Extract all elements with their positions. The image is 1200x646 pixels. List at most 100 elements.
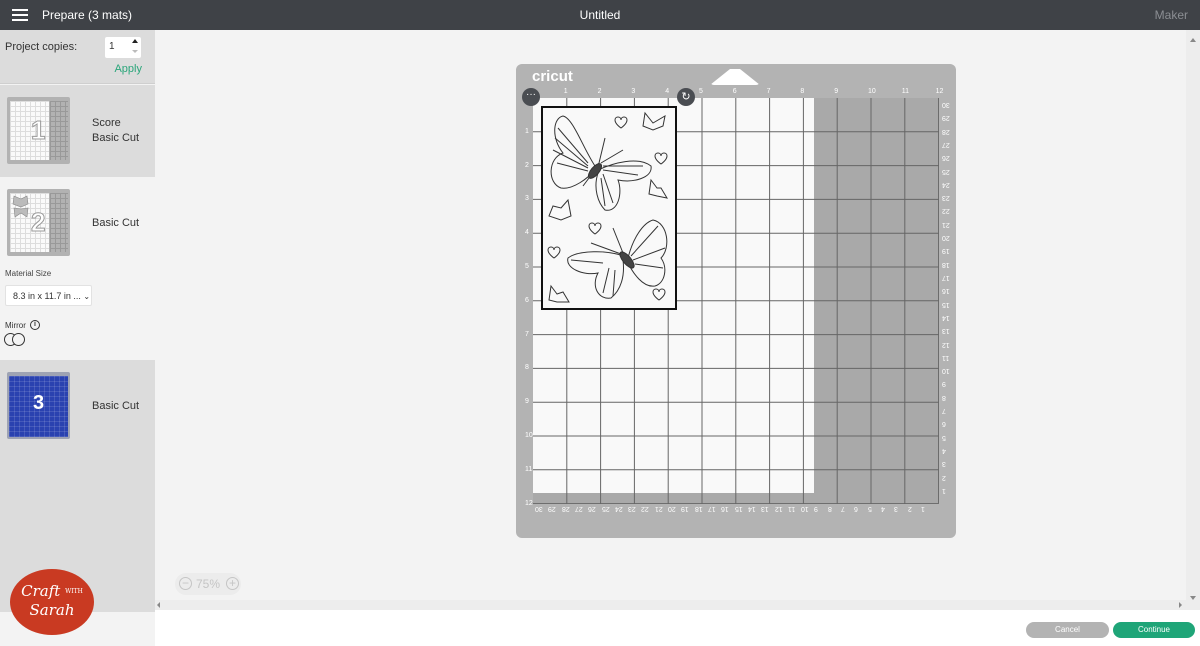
mat-sidebar: Project copies: 1 Apply 1 Score Basic Cu… [0,30,155,646]
project-copies-panel: Project copies: 1 Apply [0,30,155,84]
material-size-label: Material Size [5,269,52,278]
ruler-label: 10 [868,88,876,95]
heart-icon [654,152,668,165]
design-image[interactable] [541,106,677,310]
decrement-icon[interactable] [132,50,138,53]
rotate-icon[interactable]: ↻ [677,88,695,106]
ruler-label: 11 [787,505,796,512]
ruler-label: 11 [901,88,910,95]
mat-brand-logo: cricut [532,68,573,85]
ruler-label: 18 [941,260,950,268]
ruler-label: 7 [941,407,946,415]
ruler-label: 10 [801,505,809,512]
ruler-label: 21 [654,505,663,512]
ruler-label: 7 [766,88,771,95]
ruler-label: 4 [880,505,885,512]
ruler-label: 9 [941,380,946,388]
ruler-label: 25 [941,167,950,175]
ruler-label: 5 [699,88,703,95]
mat-number-3: 3 [33,392,45,414]
apply-button[interactable]: Apply [114,63,142,75]
butterfly-thumbnail-icon [12,195,29,218]
ruler-label: 22 [641,505,650,512]
vertical-scrollbar[interactable] [1186,30,1200,610]
ruler-label: 17 [941,273,950,281]
more-options-button[interactable]: ··· [522,88,540,106]
machine-selector[interactable]: Maker [1155,8,1188,22]
ruler-label: 29 [941,114,950,122]
ruler-label: 1 [525,127,529,135]
ruler-label: 14 [941,313,950,321]
ruler-label: 19 [681,505,690,512]
scroll-right-icon[interactable] [1179,602,1182,608]
document-title: Untitled [579,8,621,22]
mirror-toggle[interactable] [4,333,26,347]
ruler-label: 4 [941,446,946,454]
continue-button[interactable]: Continue [1113,622,1195,638]
mat-thumbnail-3: 3 [7,372,70,439]
ruler-label: 9 [834,88,839,95]
zoom-in-button[interactable]: + [226,577,239,590]
ruler-label: 10 [525,432,533,439]
ruler-label: 4 [665,88,670,95]
ruler-label: 23 [941,194,950,202]
zoom-out-button[interactable]: − [179,577,192,590]
heart-icon [588,222,602,235]
mat-item-3[interactable]: 3 Basic Cut [0,360,155,452]
ruler-label: 9 [525,398,529,406]
mat-operation-label: Score [92,117,121,129]
mat-operation-label: Basic Cut [92,217,140,229]
ruler-label: 28 [561,505,570,512]
butterfly-icon [550,115,652,211]
mirror-label: Mirror [5,321,26,330]
material-size-select[interactable]: 8.3 in x 11.7 in ... ⌄ [5,285,92,306]
ruler-label: 30 [535,505,543,512]
material-size-value: 8.3 in x 11.7 in ... [13,291,81,301]
logo-text: Craft [21,582,61,600]
ruler-label: 13 [941,327,950,335]
top-bar: Prepare (3 mats) Untitled Maker [0,0,1200,30]
butterfly-icon [567,219,668,299]
ruler-label: 24 [941,180,950,188]
ruler-label: 26 [941,154,950,162]
increment-icon[interactable] [132,39,138,43]
small-butterfly-icon [648,178,669,199]
ruler-label: 27 [574,505,583,512]
app-title: Prepare (3 mats) [42,8,133,22]
ruler-label: 9 [814,505,819,512]
ruler-label: 15 [941,300,950,308]
ruler-label: 3 [525,195,529,203]
cancel-button[interactable]: Cancel [1026,622,1109,638]
ruler-label: 15 [734,505,743,512]
ruler-label: 7 [525,330,529,338]
ruler-label: 26 [588,505,597,512]
ruler-label: 12 [935,88,944,95]
ruler-label: 10 [941,367,950,375]
scroll-up-icon[interactable] [1190,38,1196,42]
ruler-label: 6 [854,505,859,512]
ruler-label: 20 [941,234,950,242]
scroll-left-icon[interactable] [157,602,160,608]
heart-icon [614,116,628,129]
scroll-down-icon[interactable] [1190,596,1196,600]
ruler-label: 5 [525,263,529,270]
heart-icon [547,246,561,259]
ruler-label: 25 [601,505,610,512]
mat-item-1[interactable]: 1 Score Basic Cut [0,85,155,177]
ruler-label: 2 [525,161,529,169]
mat-thumbnail-2: 2 [7,189,70,256]
ruler-label: 19 [941,247,950,255]
info-icon[interactable]: i [30,320,40,330]
ruler-label: 3 [631,88,636,95]
ruler-label: 11 [941,353,949,361]
horizontal-scrollbar[interactable] [155,600,1186,610]
menu-icon[interactable] [12,9,28,21]
project-copies-input[interactable]: 1 [105,37,141,58]
ruler-label: 6 [941,420,946,428]
ruler-label: 6 [525,296,529,304]
ruler-label: 13 [761,505,770,512]
mat-operation-label: Basic Cut [92,400,140,412]
ruler-label: 3 [894,505,899,512]
ruler-label: 12 [774,505,783,512]
ruler-label: 2 [907,505,912,512]
